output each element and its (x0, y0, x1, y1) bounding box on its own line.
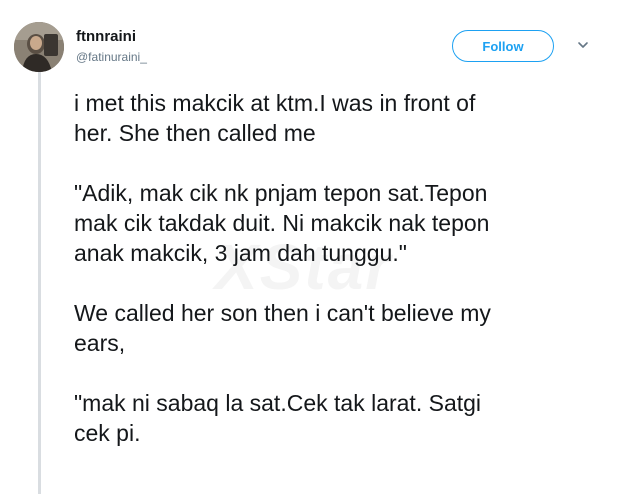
tweet-card: ftnnraini @fatinuraini_ Follow XStar i m… (0, 0, 620, 494)
author-name[interactable]: ftnnraini (76, 28, 136, 45)
tweet-paragraph: "Adik, mak cik nk pnjam tepon sat.Tepon … (74, 180, 490, 266)
thread-divider (38, 72, 41, 494)
avatar[interactable] (14, 22, 64, 72)
tweet-paragraph: We called her son then i can't believe m… (74, 300, 491, 356)
profile-photo-icon (14, 22, 64, 72)
tweet-body: i met this makcik at ktm.I was in front … (74, 88, 614, 448)
tweet-paragraph: "mak ni sabaq la sat.Cek tak larat. Satg… (74, 390, 482, 446)
author-handle[interactable]: @fatinuraini_ (76, 50, 147, 64)
follow-button[interactable]: Follow (452, 30, 554, 62)
tweet-paragraph: i met this makcik at ktm.I was in front … (74, 90, 476, 146)
chevron-down-icon[interactable] (576, 38, 590, 52)
